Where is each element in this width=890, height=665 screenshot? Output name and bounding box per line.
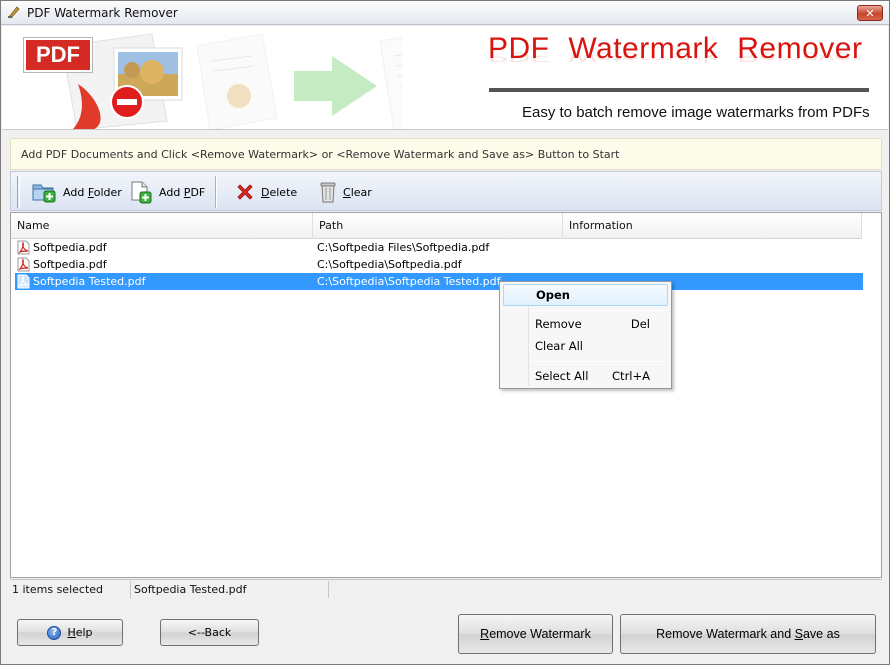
help-label: Help [67, 626, 93, 639]
context-menu-clear-all-label: Clear All [535, 339, 583, 353]
add-pdf-button[interactable]: Add PDF [129, 178, 205, 206]
table-row-selected[interactable]: Softpedia Tested.pdf C:\Softpedia\Softpe… [15, 273, 863, 290]
file-name: Softpedia Tested.pdf [33, 275, 146, 288]
brand-title-reflection: PDF Watermark Remover [488, 49, 863, 64]
status-current-file: Softpedia Tested.pdf [134, 583, 247, 596]
close-button[interactable]: ✕ [857, 5, 883, 21]
add-folder-label: Add Folder [63, 185, 122, 199]
toolbar: Add Folder Add PDF Delete Clear [10, 171, 882, 211]
file-name: Softpedia.pdf [33, 241, 107, 254]
app-icon [8, 6, 20, 19]
pdf-file-icon [17, 274, 30, 289]
toolbar-separator [215, 176, 217, 208]
remove-watermark-label: Remove Watermark [480, 627, 591, 641]
clear-label: Clear [343, 185, 372, 199]
context-menu: Open Remove Del Clear All Select All Ctr… [499, 281, 672, 389]
clear-icon [320, 182, 336, 203]
file-path: C:\Softpedia\Softpedia.pdf [317, 258, 462, 271]
remove-watermark-save-as-label: Remove Watermark and Save as [656, 627, 840, 641]
context-menu-remove-shortcut: Del [630, 317, 650, 331]
instruction-strip: Add PDF Documents and Click <Remove Wate… [10, 138, 882, 170]
add-pdf-label: Add PDF [159, 185, 206, 199]
context-menu-separator [531, 310, 665, 311]
instruction-text: Add PDF Documents and Click <Remove Wate… [21, 148, 620, 161]
list-header: Name Path Information [11, 213, 862, 239]
pdf-logo-icon: PDF [24, 38, 92, 72]
status-divider [130, 581, 131, 598]
context-menu-separator [531, 361, 665, 362]
toolbar-grip[interactable] [17, 176, 20, 208]
file-path: C:\Softpedia\Softpedia Tested.pdf [317, 275, 501, 288]
context-menu-open[interactable]: Open [503, 284, 668, 306]
clear-button[interactable]: Clear [319, 178, 372, 206]
add-folder-button[interactable]: Add Folder [31, 178, 122, 206]
window-title: PDF Watermark Remover [27, 6, 178, 20]
context-menu-select-all[interactable]: Select All Ctrl+A [503, 365, 668, 387]
delete-icon [237, 184, 253, 200]
column-header-name[interactable]: Name [11, 213, 313, 239]
close-icon: ✕ [865, 6, 875, 20]
back-button[interactable]: <--Back [160, 619, 259, 646]
table-row[interactable]: Softpedia.pdf C:\Softpedia\Softpedia.pdf [15, 256, 863, 273]
remove-watermark-save-as-button[interactable]: Remove Watermark and Save as [620, 614, 876, 654]
context-menu-remove[interactable]: Remove Del [503, 313, 668, 335]
help-button[interactable]: ? Help [17, 619, 123, 646]
add-folder-icon [32, 184, 56, 203]
file-path: C:\Softpedia Files\Softpedia.pdf [317, 241, 490, 254]
column-header-path[interactable]: Path [313, 213, 563, 239]
status-bar: 1 items selected Softpedia Tested.pdf [10, 579, 882, 598]
status-divider [328, 581, 329, 598]
context-menu-select-all-label: Select All [535, 369, 589, 383]
delete-label: Delete [261, 185, 298, 199]
status-selected-count: 1 items selected [12, 583, 104, 596]
file-name: Softpedia.pdf [33, 258, 107, 271]
table-row[interactable]: Softpedia.pdf C:\Softpedia Files\Softped… [15, 239, 863, 256]
column-header-information[interactable]: Information [563, 213, 862, 239]
app-window: PDF Watermark Remover ✕ PDF PDF Watermar… [0, 0, 890, 665]
context-menu-clear-all[interactable]: Clear All [503, 335, 668, 357]
title-bar[interactable]: PDF Watermark Remover ✕ [1, 1, 889, 25]
context-menu-remove-label: Remove [535, 317, 582, 331]
brand-divider [489, 88, 869, 92]
header-banner: PDF PDF Watermark Remover PDF Watermark … [2, 26, 888, 130]
pdf-file-icon [17, 257, 30, 272]
delete-button[interactable]: Delete [235, 178, 297, 206]
context-menu-open-label: Open [536, 288, 570, 302]
file-list[interactable]: Name Path Information Softpedia.pdf C:\S… [10, 212, 882, 578]
pdf-file-icon [17, 240, 30, 255]
back-label: <--Back [187, 626, 232, 639]
help-icon: ? [47, 625, 62, 640]
add-pdf-icon [131, 181, 152, 204]
context-menu-select-all-shortcut: Ctrl+A [612, 369, 650, 383]
remove-watermark-button[interactable]: Remove Watermark [458, 614, 613, 654]
brand-subtitle: Easy to batch remove image watermarks fr… [522, 104, 870, 121]
